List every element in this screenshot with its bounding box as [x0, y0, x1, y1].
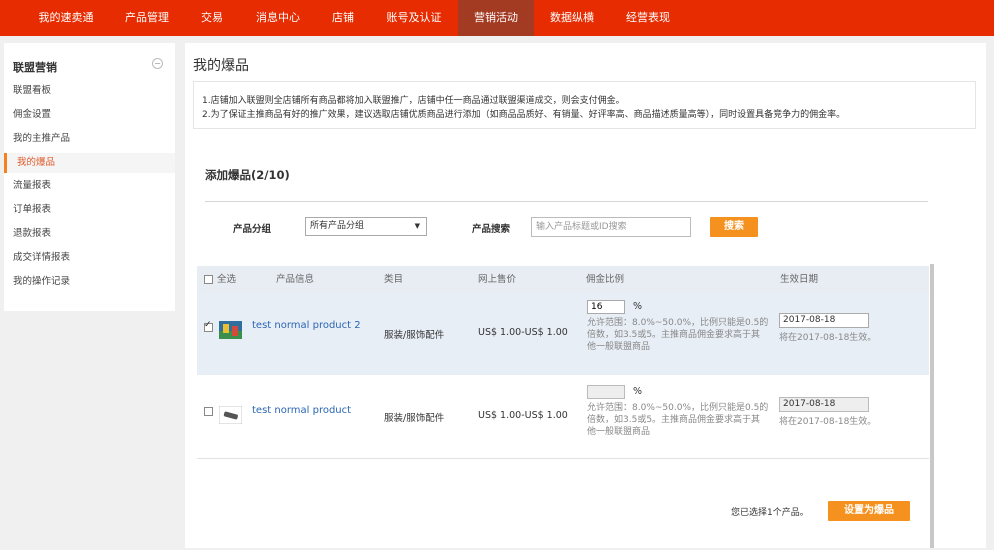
table-header: 全选 产品信息 类目 网上售价 佣金比例 生效日期	[197, 266, 929, 293]
group-select[interactable]: 所有产品分组 ▼	[305, 217, 427, 236]
header-price: 网上售价	[478, 274, 517, 285]
product-link[interactable]: test normal product 2	[252, 320, 361, 331]
commission-hint: 允许范围：8.0%~50.0%，比例只能是0.5的倍数，如3.5或5。主推商品佣…	[587, 318, 769, 352]
commission-rate-input[interactable]: 16	[587, 300, 625, 314]
main-panel: 我的爆品 1.店铺加入联盟则全店铺所有商品都将加入联盟推广，店铺中任一商品通过联…	[185, 43, 986, 548]
search-input[interactable]	[531, 217, 691, 237]
header-effective-date: 生效日期	[780, 274, 819, 285]
effective-date-input[interactable]: 2017-08-18	[779, 313, 869, 328]
sidebar-item-transaction-details[interactable]: 成交详情报表	[4, 248, 175, 268]
header-category: 类目	[384, 274, 404, 285]
price-cell: US$ 1.00-US$ 1.00	[478, 327, 568, 338]
category-cell: 服装/服饰配件	[384, 330, 445, 341]
set-hot-product-button[interactable]: 设置为爆品	[828, 501, 910, 521]
percent-sign: %	[633, 301, 643, 312]
header-commission: 佣金比例	[586, 274, 625, 285]
row-checkbox[interactable]	[204, 407, 213, 416]
header-select-all: 全选	[217, 274, 237, 285]
collapse-icon[interactable]: −	[152, 58, 163, 69]
nav-item-message-center[interactable]: 消息中心	[243, 0, 313, 36]
nav-item-performance[interactable]: 经营表现	[612, 0, 684, 36]
nav-item-marketing[interactable]: 营销活动	[458, 0, 534, 36]
header-product-info: 产品信息	[276, 274, 315, 285]
table-row: ✓ test normal product 2 服装/服饰配件 US$ 1.00…	[197, 293, 929, 375]
group-label: 产品分组	[233, 224, 272, 235]
sidebar: 联盟营销 − 联盟看板 佣金设置 我的主推产品 我的爆品 流量报表 订单报表 退…	[4, 43, 175, 311]
row-checkbox[interactable]: ✓	[204, 320, 213, 332]
product-link[interactable]: test normal product	[252, 405, 351, 416]
product-thumbnail[interactable]	[219, 321, 242, 339]
notice-line-2: 2.为了保证主推商品有好的推广效果，建议选取店铺优质商品进行添加（如商品品质好、…	[202, 110, 846, 120]
effective-date-note: 将在2017-08-18生效。	[779, 333, 877, 343]
sidebar-item-dashboard[interactable]: 联盟看板	[4, 81, 175, 101]
sidebar-item-operation-log[interactable]: 我的操作记录	[4, 272, 175, 292]
top-navigation: 我的速卖通 产品管理 交易 消息中心 店铺 账号及认证 营销活动 数据纵横 经营…	[0, 0, 994, 36]
search-button[interactable]: 搜索	[710, 217, 758, 237]
section-title: 添加爆品(2/10)	[205, 168, 290, 182]
effective-date-note: 将在2017-08-18生效。	[779, 417, 877, 427]
category-cell: 服装/服饰配件	[384, 413, 445, 424]
commission-hint: 允许范围：8.0%~50.0%，比例只能是0.5的倍数，如3.5或5。主推商品佣…	[587, 403, 769, 437]
scrollbar[interactable]	[930, 264, 934, 548]
notice-line-1: 1.店铺加入联盟则全店铺所有商品都将加入联盟推广，店铺中任一商品通过联盟渠道成交…	[202, 96, 625, 106]
commission-rate-input[interactable]	[587, 385, 625, 399]
product-thumbnail[interactable]	[219, 406, 242, 424]
nav-item-account[interactable]: 账号及认证	[374, 0, 454, 36]
table-row: test normal product 服装/服饰配件 US$ 1.00-US$…	[197, 376, 929, 459]
notice-box: 1.店铺加入联盟则全店铺所有商品都将加入联盟推广，店铺中任一商品通过联盟渠道成交…	[193, 81, 976, 129]
sidebar-item-refund-report[interactable]: 退款报表	[4, 224, 175, 244]
selected-count-note: 您已选择1个产品。	[731, 508, 809, 518]
nav-item-data[interactable]: 数据纵横	[538, 0, 606, 36]
nav-item-product-management[interactable]: 产品管理	[113, 0, 181, 36]
section-divider	[205, 201, 928, 202]
sidebar-item-featured-products[interactable]: 我的主推产品	[4, 129, 175, 149]
search-label: 产品搜索	[472, 224, 511, 235]
nav-item-my-aliexpress[interactable]: 我的速卖通	[27, 0, 105, 36]
price-cell: US$ 1.00-US$ 1.00	[478, 410, 568, 421]
sidebar-item-order-report[interactable]: 订单报表	[4, 200, 175, 220]
percent-sign: %	[633, 386, 643, 397]
nav-item-store[interactable]: 店铺	[320, 0, 366, 36]
sidebar-item-hot-products[interactable]: 我的爆品	[4, 153, 175, 173]
sidebar-item-traffic-report[interactable]: 流量报表	[4, 176, 175, 196]
group-select-value: 所有产品分组	[310, 221, 365, 231]
sidebar-title: 联盟营销	[13, 61, 57, 74]
select-all-checkbox[interactable]	[204, 275, 213, 284]
checkmark-icon: ✓	[204, 320, 212, 330]
chevron-down-icon: ▼	[414, 222, 420, 230]
effective-date-input[interactable]: 2017-08-18	[779, 397, 869, 412]
nav-item-trade[interactable]: 交易	[188, 0, 236, 36]
page-title: 我的爆品	[193, 58, 249, 74]
sidebar-item-commission-settings[interactable]: 佣金设置	[4, 105, 175, 125]
